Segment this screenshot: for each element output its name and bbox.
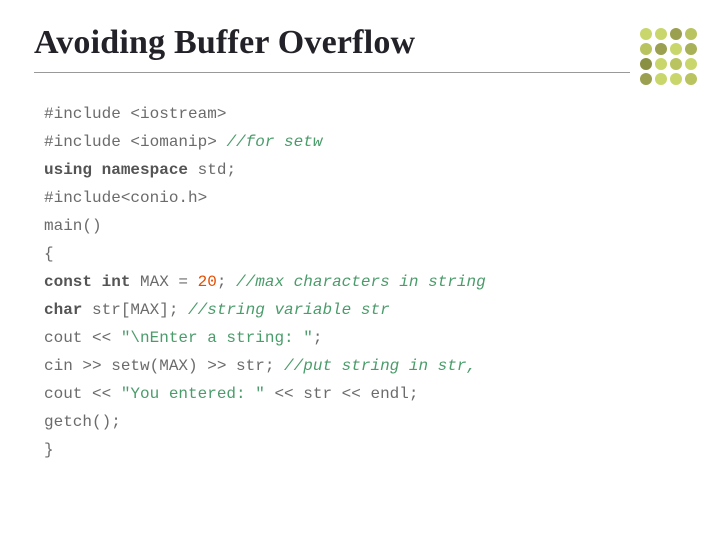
code-keyword: int [92,273,130,291]
code-string: "\nEnter a string: " [121,329,313,347]
code-comment: //for setw [217,133,323,151]
code-keyword: char [44,301,82,319]
code-line: main() [44,212,660,240]
code-line: #include <iomanip> //for setw [44,128,660,156]
code-text: #include [44,189,121,207]
code-line: cout << "You entered: " << str << endl; [44,380,660,408]
dot [655,58,667,70]
dot [685,73,697,85]
code-text: #include [44,133,130,151]
code-text: <iomanip> [130,133,216,151]
code-line: getch(); [44,408,660,436]
dot [670,43,682,55]
code-string: "You entered: " [121,385,265,403]
dot [670,28,682,40]
dot [655,28,667,40]
code-text: { [44,245,54,263]
dot [685,43,697,55]
slide-title: Avoiding Buffer Overflow [34,24,630,62]
code-text: <iostream> [130,105,226,123]
code-text: getch(); [44,413,121,431]
code-line: #include<conio.h> [44,184,660,212]
title-wrap: Avoiding Buffer Overflow [34,24,630,73]
decorative-dot-grid [640,28,702,88]
code-number: 20 [198,273,217,291]
code-text: main() [44,217,102,235]
code-text: #include [44,105,130,123]
slide: Avoiding Buffer Overflow #include <iostr… [0,0,720,540]
code-line: using namespace std; [44,156,660,184]
code-comment: //put string in str, [284,357,476,375]
code-text: str[MAX]; [82,301,188,319]
code-keyword: const [44,273,92,291]
dot [685,58,697,70]
dot [670,58,682,70]
code-text: ; [313,329,323,347]
code-line: char str[MAX]; //string variable str [44,296,660,324]
dot [640,58,652,70]
dot [655,73,667,85]
code-text: std; [188,161,236,179]
code-keyword: namespace [92,161,188,179]
code-text: cout << [44,329,121,347]
code-line: } [44,436,660,464]
code-text: cout << [44,385,121,403]
code-line: const int MAX = 20; //max characters in … [44,268,660,296]
code-text: MAX = [130,273,197,291]
code-text: << str << endl; [265,385,419,403]
code-text: <conio.h> [121,189,207,207]
dot [640,28,652,40]
code-comment: //max characters in string [236,273,486,291]
dot [640,43,652,55]
dot [685,28,697,40]
code-text: cin >> setw(MAX) >> str; [44,357,284,375]
dot [670,73,682,85]
code-line: #include <iostream> [44,100,660,128]
code-line: { [44,240,660,268]
code-text: } [44,441,54,459]
code-text: ; [217,273,236,291]
dot [640,73,652,85]
code-line: cout << "\nEnter a string: "; [44,324,660,352]
code-block: #include <iostream> #include <iomanip> /… [44,100,660,464]
code-line: cin >> setw(MAX) >> str; //put string in… [44,352,660,380]
code-comment: //string variable str [188,301,390,319]
code-keyword: using [44,161,92,179]
dot [655,43,667,55]
